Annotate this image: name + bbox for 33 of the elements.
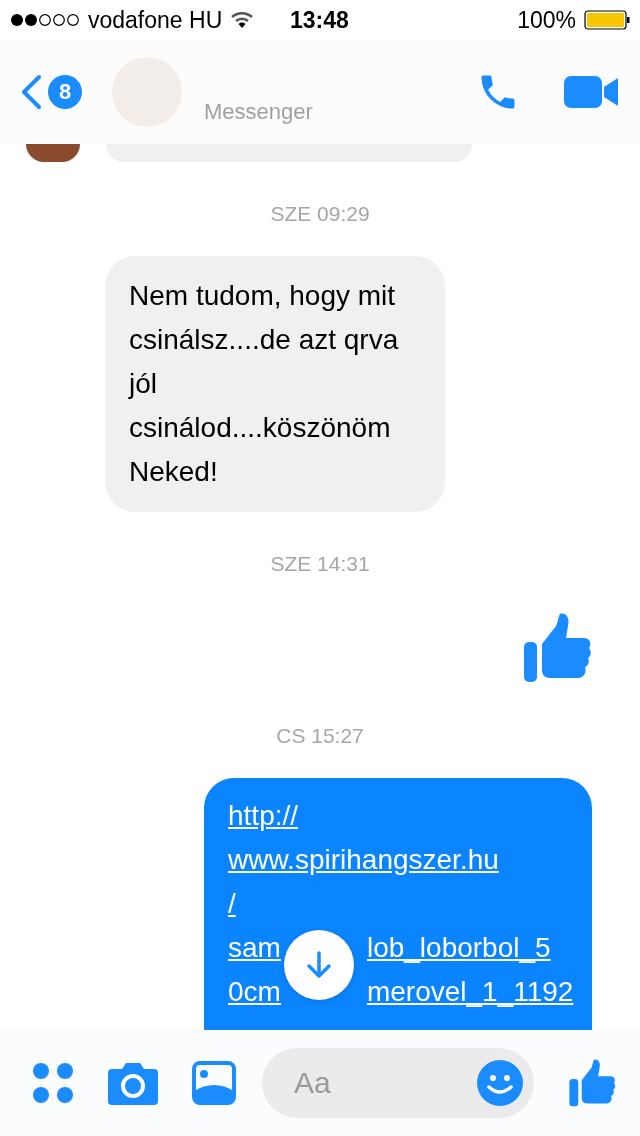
message-timestamp: CS 15:27 (276, 724, 364, 747)
thumbs-up-icon[interactable] (568, 1058, 616, 1108)
message-link[interactable]: / (228, 882, 236, 926)
message-link[interactable]: sam (228, 926, 281, 970)
message-input[interactable]: Aa (292, 1065, 476, 1101)
received-message: Nem tudom, hogy mit csinálsz....de azt qrva jól csinálod....köszönöm Neked! (105, 256, 445, 512)
message-link[interactable]: merovel_1_1192 (366, 970, 574, 1014)
battery-percent: 100% (517, 6, 576, 34)
sender-avatar (26, 144, 80, 162)
camera-icon[interactable] (108, 1061, 158, 1105)
more-apps-icon[interactable] (32, 1062, 74, 1104)
conversation-subtitle: Messenger (204, 99, 313, 125)
message-link[interactable]: http:// (228, 794, 299, 838)
unread-badge: 8 (48, 75, 82, 109)
video-camera-icon[interactable] (564, 74, 620, 110)
message-link[interactable]: lob_loborbol_5 (366, 926, 551, 970)
status-time: 13:48 (290, 6, 349, 34)
image-icon[interactable] (192, 1061, 236, 1105)
arrow-down-icon (305, 950, 333, 980)
message-link[interactable]: 0cm (228, 970, 281, 1014)
back-button[interactable]: 8 (20, 74, 82, 110)
scroll-down-button[interactable] (284, 930, 354, 1000)
message-timestamp: SZE 09:29 (270, 202, 370, 225)
message-link[interactable]: www.spirihangszer.hu (228, 838, 499, 882)
battery-icon (584, 10, 630, 30)
carrier-name: vodafone HU (88, 6, 223, 34)
emoji-icon[interactable] (476, 1059, 524, 1107)
message-timestamp: SZE 14:31 (270, 552, 370, 575)
wifi-icon (230, 11, 255, 29)
thumbs-up-icon (522, 612, 592, 684)
message-field[interactable]: Aa (262, 1048, 534, 1118)
signal-icon (10, 13, 80, 27)
chevron-left-icon (20, 74, 42, 110)
